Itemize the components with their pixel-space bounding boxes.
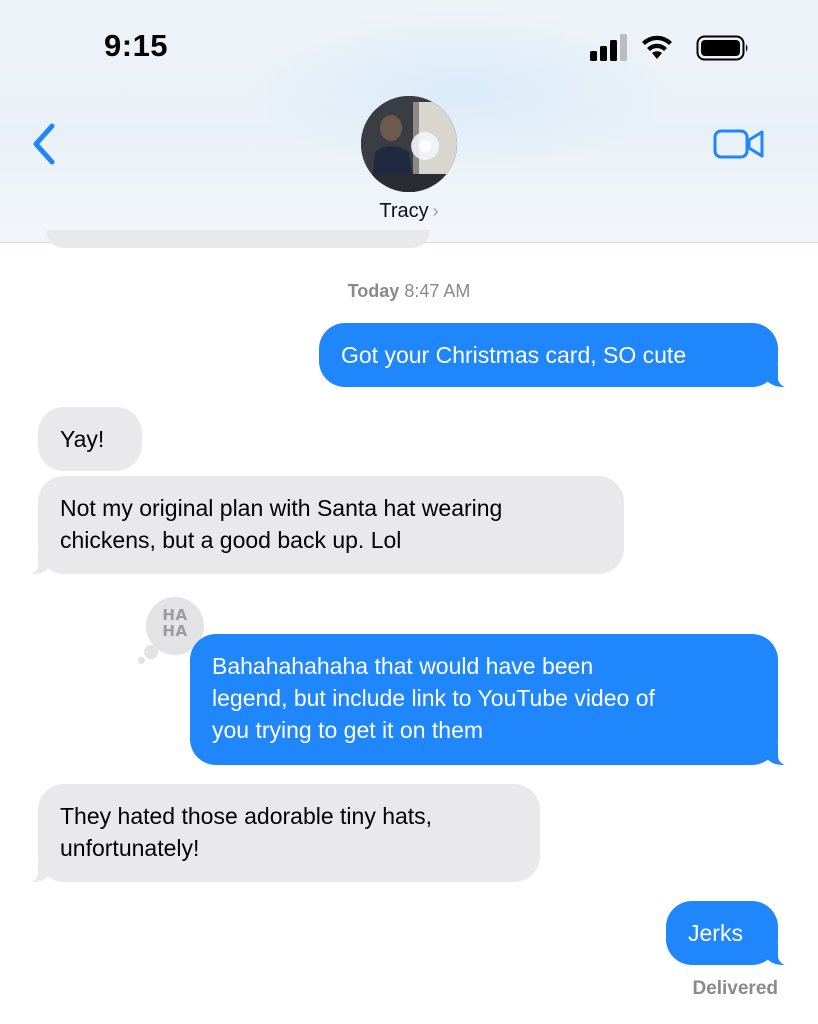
wifi-icon [642,35,672,59]
message-text-line: legend, but include link to YouTube vide… [212,685,655,711]
previous-message-edge [46,230,430,248]
timestamp-time: 8:47 AM [404,281,471,301]
contact-name-button[interactable]: Tracy › [0,200,818,223]
message-text: Yay! [60,426,105,452]
message-timestamp: Today 8:47 AM [0,281,818,302]
chevron-right-icon: › [432,201,439,221]
tapback-label-line: HA [162,622,188,640]
message-text-line: Bahahahahaha that would have been [212,653,594,679]
avatar-photo [361,96,457,192]
message-text-line: unfortunately! [60,835,200,861]
status-time: 9:15 [104,28,169,63]
contact-name: Tracy [379,200,429,222]
message-bubble-sent[interactable]: Got your Christmas card, SO cute [319,323,798,388]
message-text-line: Not my original plan with Santa hat wear… [60,495,503,521]
battery-icon [696,35,748,61]
message-bubble-received[interactable]: Not my original plan with Santa hat wear… [18,476,624,575]
message-text-line: They hated those adorable tiny hats, [60,803,433,829]
timestamp-day: Today [347,281,400,301]
cellular-signal-icon [590,34,627,61]
back-chevron-icon[interactable] [30,122,60,166]
message-bubble-sent[interactable]: Bahahahahaha that would have been legend… [190,634,798,766]
message-text-line: you trying to get it on them [212,717,484,743]
delivery-status: Delivered [692,978,778,999]
tapback-dot [138,657,145,664]
message-bubble-received[interactable]: Yay! [38,407,142,471]
message-bubble-sent[interactable]: Jerks [666,901,798,966]
message-bubble-received[interactable]: They hated those adorable tiny hats, unf… [18,784,540,883]
contact-avatar[interactable] [361,96,457,192]
message-text: Got your Christmas card, SO cute [341,342,687,368]
message-text: Jerks [688,920,743,946]
message-text-line: chickens, but a good back up. Lol [60,527,402,553]
video-camera-icon[interactable] [712,126,766,162]
tapback-label-line: HA [162,606,188,624]
tapback-label: HA HA [146,607,204,639]
